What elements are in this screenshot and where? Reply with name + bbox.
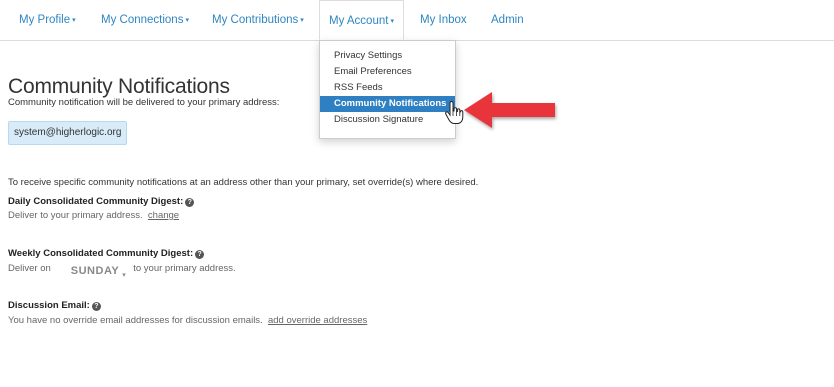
nav-label: My Profile (19, 14, 71, 26)
menu-item-email-preferences[interactable]: Email Preferences (320, 64, 455, 80)
nav-my-account[interactable]: My Account ▾ (319, 0, 404, 40)
caret-down-icon: ▾ (185, 17, 189, 24)
discussion-email-desc: You have no override email addresses for… (8, 315, 367, 326)
page-title: Community Notifications (8, 75, 230, 98)
nav-my-contributions[interactable]: My Contributions ▾ (212, 0, 304, 40)
nav-label: My Account (329, 15, 389, 27)
nav-my-inbox[interactable]: My Inbox (420, 0, 467, 40)
nav-label: My Inbox (420, 14, 467, 26)
nav-admin[interactable]: Admin (491, 0, 524, 40)
discussion-email-label-text: Discussion Email: (8, 300, 90, 311)
daily-digest-label-text: Daily Consolidated Community Digest: (8, 196, 184, 207)
change-link[interactable]: change (148, 210, 179, 221)
red-arrow-icon (464, 92, 555, 128)
weekly-prefix-text: Deliver on (8, 263, 51, 274)
weekly-digest-label: Weekly Consolidated Community Digest:? (8, 248, 205, 259)
override-info-text: To receive specific community notificati… (8, 177, 479, 188)
day-select[interactable]: SUNDAY ▾ (71, 265, 126, 279)
caret-down-icon: ▾ (300, 17, 304, 24)
menu-item-community-notifications[interactable]: Community Notifications (320, 96, 455, 112)
weekly-digest-desc: Deliver on SUNDAY ▾ to your primary address… (8, 262, 236, 279)
top-nav: My Profile ▾ My Connections ▾ My Contribut… (0, 0, 834, 41)
caret-down-icon: ▾ (72, 17, 76, 24)
menu-item-rss-feeds[interactable]: RSS Feeds (320, 80, 455, 96)
primary-email-badge: system@higherlogic.org (8, 121, 128, 145)
nav-my-profile[interactable]: My Profile ▾ (19, 0, 76, 40)
my-account-dropdown: Privacy Settings Email Preferences RSS F… (319, 40, 456, 139)
caret-down-icon: ▾ (390, 18, 394, 25)
weekly-digest-label-text: Weekly Consolidated Community Digest: (8, 248, 194, 259)
hand-cursor-icon (445, 101, 464, 124)
nav-label: My Contributions (212, 14, 299, 26)
weekly-suffix-text: to your primary address. (133, 263, 236, 274)
discussion-email-label: Discussion Email:? (8, 300, 101, 311)
help-icon[interactable]: ? (185, 198, 195, 207)
page-subtitle: Community notification will be delivered… (8, 97, 280, 108)
daily-digest-desc-text: Deliver to your primary address. (8, 210, 143, 221)
menu-item-privacy-settings[interactable]: Privacy Settings (320, 48, 455, 64)
nav-label: Admin (491, 14, 524, 26)
help-icon[interactable]: ? (91, 302, 101, 311)
nav-my-connections[interactable]: My Connections ▾ (101, 0, 189, 40)
daily-digest-label: Daily Consolidated Community Digest:? (8, 196, 195, 207)
caret-down-icon: ▾ (122, 272, 127, 279)
add-override-link[interactable]: add override addresses (268, 315, 367, 326)
day-select-value: SUNDAY (70, 265, 120, 277)
nav-label: My Connections (101, 14, 184, 26)
daily-digest-desc: Deliver to your primary address. change (8, 210, 179, 221)
help-icon[interactable]: ? (195, 250, 205, 259)
menu-item-discussion-signature[interactable]: Discussion Signature (320, 112, 455, 128)
discussion-email-desc-text: You have no override email addresses for… (8, 315, 263, 326)
